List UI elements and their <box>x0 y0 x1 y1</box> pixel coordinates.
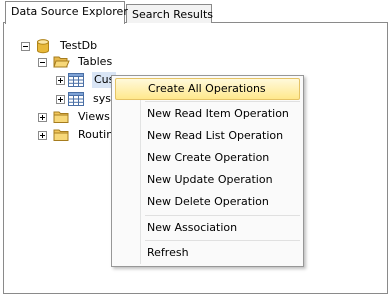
tree-node-testdb[interactable]: TestDb <box>4 38 124 54</box>
tree-node-tables[interactable]: Tables <box>4 54 134 70</box>
menu-item-new-read-item-operation[interactable]: New Read Item Operation <box>115 103 300 125</box>
tree-node-routines[interactable]: Routin <box>4 127 124 143</box>
collapse-toggle-icon[interactable] <box>38 58 47 67</box>
menu-separator <box>145 215 300 216</box>
tree-label: Tables <box>78 55 113 68</box>
expand-toggle-icon[interactable] <box>56 76 65 85</box>
tab-label: Search Results <box>132 8 214 21</box>
tree-label: Views <box>78 110 110 123</box>
tab-strip: Data Source Explorer Search Results <box>0 0 390 24</box>
folder-icon <box>53 128 69 142</box>
tab-search-results[interactable]: Search Results <box>126 4 214 23</box>
tree-node-table[interactable]: Cus <box>4 72 124 88</box>
tab-data-source-explorer[interactable]: Data Source Explorer <box>5 1 128 24</box>
context-menu: Create All Operations New Read Item Oper… <box>111 75 304 267</box>
folder-icon <box>53 110 69 124</box>
table-icon <box>68 73 84 87</box>
table-icon <box>68 92 84 106</box>
menu-item-new-association[interactable]: New Association <box>115 217 300 239</box>
database-icon <box>36 39 52 54</box>
tree-label: Routin <box>78 128 114 141</box>
menu-separator <box>145 101 300 102</box>
menu-separator <box>145 240 300 241</box>
menu-item-new-read-list-operation[interactable]: New Read List Operation <box>115 125 300 147</box>
tree-node-table[interactable]: sysc <box>4 91 124 107</box>
collapse-toggle-icon[interactable] <box>21 42 30 51</box>
expand-toggle-icon[interactable] <box>38 131 47 140</box>
expand-toggle-icon[interactable] <box>38 113 47 122</box>
expand-toggle-icon[interactable] <box>56 95 65 104</box>
tree-label: TestDb <box>60 39 98 52</box>
tree-node-views[interactable]: Views <box>4 109 124 125</box>
menu-item-new-create-operation[interactable]: New Create Operation <box>115 147 300 169</box>
menu-item-refresh[interactable]: Refresh <box>115 242 300 264</box>
menu-item-new-update-operation[interactable]: New Update Operation <box>115 169 300 191</box>
menu-item-new-delete-operation[interactable]: New Delete Operation <box>115 191 300 213</box>
tab-label: Data Source Explorer <box>11 5 128 18</box>
open-folder-icon <box>53 55 70 69</box>
menu-item-create-all-operations[interactable]: Create All Operations <box>115 78 300 100</box>
